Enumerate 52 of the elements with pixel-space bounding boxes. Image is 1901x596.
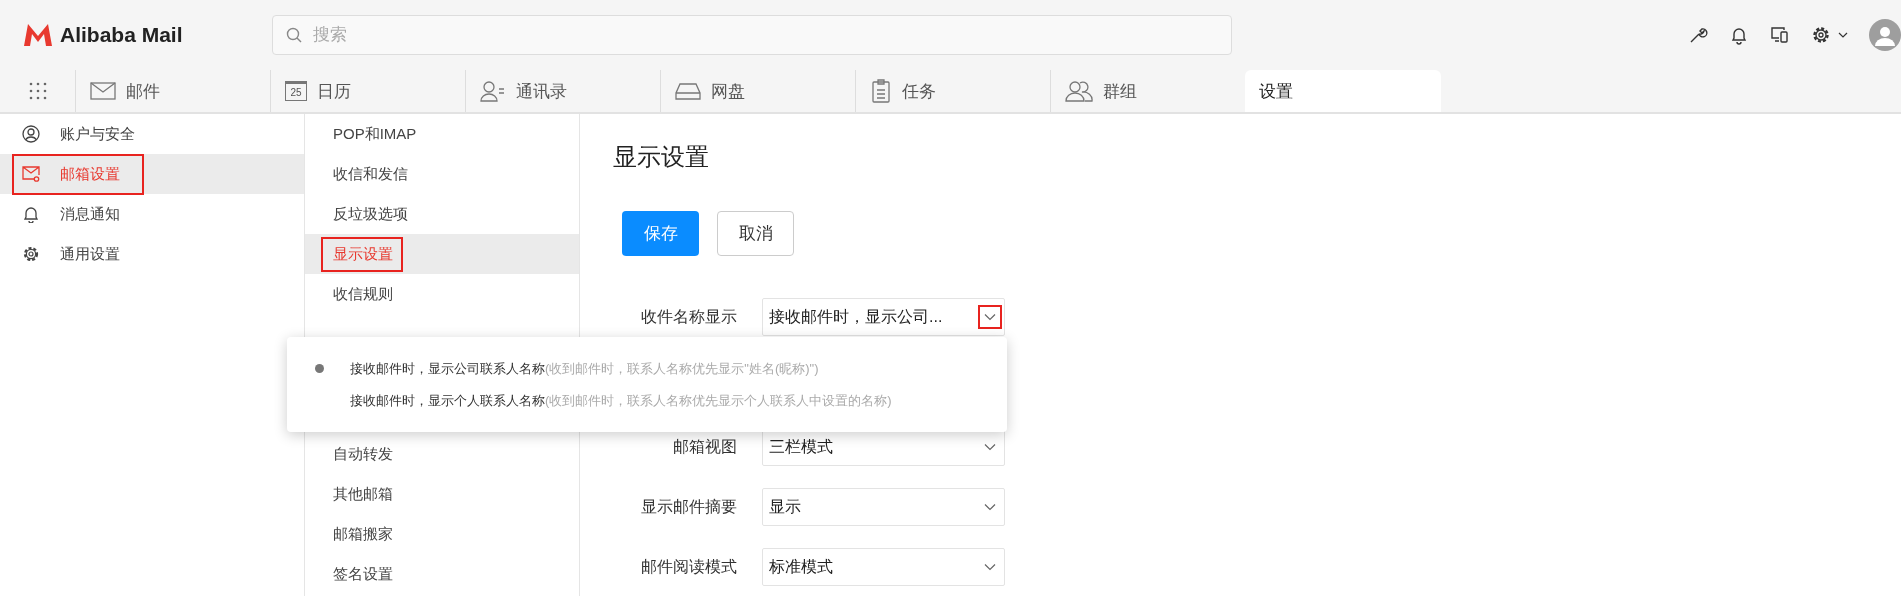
page-title: 显示设置 <box>613 142 710 172</box>
sidebar-item[interactable]: 账户与安全 <box>0 114 304 154</box>
clipboard-icon <box>870 79 892 103</box>
dropdown-option[interactable]: 接收邮件时，显示公司联系人名称(收到邮件时，联系人名称优先显示"姓名(昵称)") <box>287 359 1007 378</box>
submenu-item[interactable]: 显示设置 <box>305 234 579 274</box>
search-field[interactable]: 搜索 <box>272 15 1232 55</box>
drive-icon <box>675 81 701 101</box>
cancel-button[interactable]: 取消 <box>717 211 794 256</box>
calendar-icon: 25 <box>285 81 307 101</box>
logo-text: Alibaba Mail <box>60 23 183 47</box>
settings-icon[interactable] <box>1811 25 1831 45</box>
select-field[interactable]: 标准模式 <box>762 548 1005 586</box>
sidebar-item[interactable]: 通用设置 <box>0 234 304 274</box>
search-icon <box>286 27 302 43</box>
submenu-item[interactable]: 其他邮箱 <box>305 474 579 514</box>
nav-tab[interactable]: 任务 <box>855 70 1050 112</box>
group-icon <box>1065 80 1093 102</box>
caret-icon[interactable] <box>1838 31 1848 39</box>
gear-icon <box>22 245 40 263</box>
submenu-item[interactable]: 邮箱搬家 <box>305 514 579 554</box>
user-icon <box>22 125 40 143</box>
nav-tab[interactable]: 设置 <box>1245 70 1441 112</box>
apps-grid-icon[interactable] <box>29 82 47 100</box>
wrench-icon[interactable] <box>1688 25 1708 45</box>
avatar-icon[interactable] <box>1869 19 1901 51</box>
nav-tab[interactable]: 邮件 <box>75 70 270 112</box>
submenu-item[interactable]: 收信和发信 <box>305 154 579 194</box>
submenu-item[interactable]: 反垃圾选项 <box>305 194 579 234</box>
bell-icon[interactable] <box>1729 25 1749 45</box>
nav-tab[interactable]: 通讯录 <box>465 70 660 112</box>
field-label: 收件名称显示 <box>640 306 737 327</box>
bell-icon <box>22 205 40 223</box>
field-label: 邮箱视图 <box>672 436 737 457</box>
devices-icon[interactable] <box>1770 25 1790 45</box>
submenu-item[interactable]: 签名设置 <box>305 554 579 594</box>
chevron-icon[interactable] <box>978 305 1002 329</box>
dropdown-option[interactable]: 接收邮件时，显示个人联系人名称(收到邮件时，联系人名称优先显示个人联系人中设置的名称) <box>287 391 1007 410</box>
field-label: 邮件阅读模式 <box>640 556 737 577</box>
mail-settings-icon <box>22 165 40 183</box>
field-label: 显示邮件摘要 <box>640 496 737 517</box>
submenu-item[interactable]: POP和IMAP <box>305 114 579 154</box>
sidebar-item[interactable]: 消息通知 <box>0 194 304 234</box>
select-field[interactable]: 显示 <box>762 488 1005 526</box>
submenu-item[interactable]: 自动转发 <box>305 434 579 474</box>
select-field[interactable]: 接收邮件时，显示公司... <box>762 298 1005 336</box>
submenu-item[interactable]: 收信规则 <box>305 274 579 314</box>
nav-tab[interactable]: 25 日历 <box>270 70 465 112</box>
nav-tab[interactable]: 网盘 <box>660 70 855 112</box>
envelope-icon <box>90 81 116 101</box>
sidebar-item[interactable]: 邮箱设置 <box>0 154 304 194</box>
contact-icon <box>480 80 506 102</box>
logo-icon <box>22 22 54 48</box>
